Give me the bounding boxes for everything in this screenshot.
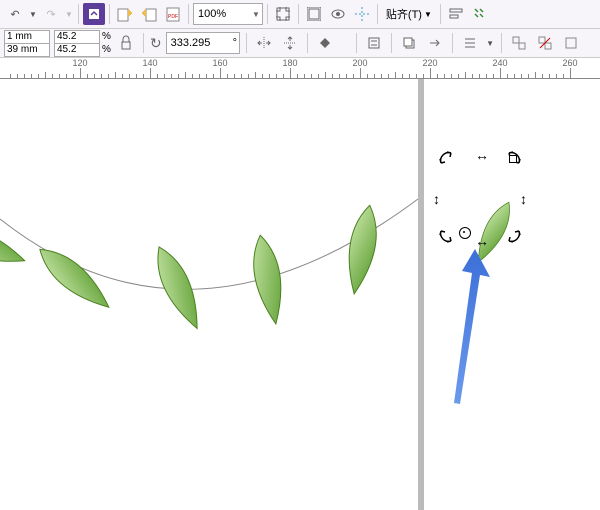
percent-label: % — [102, 31, 111, 42]
rotate-icon: ↻ — [150, 35, 162, 52]
lock-ratio-button[interactable] — [115, 32, 137, 54]
dropdown-icon: ▼ — [424, 10, 432, 19]
frame-button[interactable] — [303, 3, 325, 25]
svg-text:PDF: PDF — [168, 14, 178, 20]
node-handle[interactable] — [509, 155, 517, 163]
import-button[interactable] — [114, 3, 136, 25]
launch-button[interactable] — [469, 3, 491, 25]
separator — [356, 33, 357, 53]
redo-button[interactable]: ↷ — [40, 3, 62, 25]
ruler-label: 140 — [142, 58, 157, 68]
separator — [298, 4, 299, 24]
separator — [307, 33, 308, 53]
rotation-handle[interactable] — [437, 149, 455, 167]
ruler-label: 240 — [492, 58, 507, 68]
separator — [391, 33, 392, 53]
order-button[interactable] — [459, 32, 481, 54]
skew-handle[interactable]: ↔ — [475, 147, 489, 163]
ruler-label: 260 — [562, 58, 577, 68]
ruler-label: 180 — [282, 58, 297, 68]
undo-dropdown[interactable]: ▼ — [28, 3, 38, 25]
fullscreen-button[interactable] — [272, 3, 294, 25]
ruler-label: 200 — [352, 58, 367, 68]
rotation-selection-box: ↔ ↔ ↕ ↕ — [445, 157, 515, 237]
rotation-handle[interactable] — [437, 227, 455, 245]
scale-x-input[interactable] — [54, 30, 100, 44]
annotation-arrow — [440, 249, 500, 409]
rotation-pivot[interactable] — [459, 227, 471, 239]
separator — [109, 4, 110, 24]
separator — [188, 4, 189, 24]
pdf-button[interactable]: PDF — [162, 3, 184, 25]
degree-label: ° — [233, 37, 237, 49]
preview-button[interactable] — [327, 3, 349, 25]
separator — [377, 4, 378, 24]
group-button[interactable] — [508, 32, 530, 54]
export-button[interactable] — [138, 3, 160, 25]
publish-button[interactable] — [83, 3, 105, 25]
order-dropdown[interactable]: ▼ — [485, 32, 495, 54]
height-row — [4, 44, 50, 56]
ungroup-button[interactable] — [534, 32, 556, 54]
ruler-label: 120 — [72, 58, 87, 68]
arrow-right-icon[interactable] — [424, 32, 446, 54]
canvas[interactable]: ↔ ↔ ↕ ↕ — [0, 79, 600, 510]
width-input[interactable] — [4, 30, 50, 44]
percent-label: % — [102, 44, 111, 55]
ruler-label: 160 — [212, 58, 227, 68]
separator — [440, 4, 441, 24]
mirror-v-button[interactable] — [279, 32, 301, 54]
skew-handle[interactable]: ↔ — [475, 233, 489, 249]
ruler-label: 220 — [422, 58, 437, 68]
rotation-handle[interactable] — [505, 227, 523, 245]
guides-button[interactable] — [351, 3, 373, 25]
skew-handle[interactable]: ↕ — [520, 191, 527, 207]
rotation-combo[interactable]: ° — [166, 32, 240, 54]
main-toolbar: ↶ ▼ ↷ ▼ PDF ▼ 贴齐(T) ▼ — [0, 0, 600, 29]
separator — [143, 33, 144, 53]
separator — [452, 33, 453, 53]
to-front-button[interactable] — [398, 32, 420, 54]
height-input[interactable] — [4, 43, 50, 57]
snap-menu[interactable]: 贴齐(T) ▼ — [382, 3, 436, 25]
wrap-button[interactable] — [363, 32, 385, 54]
zoom-combo[interactable]: ▼ — [193, 3, 263, 25]
separator — [78, 4, 79, 24]
ungroup-all-button[interactable] — [560, 32, 582, 54]
separator — [267, 4, 268, 24]
mirror-h-button[interactable] — [253, 32, 275, 54]
undo-button[interactable]: ↶ — [4, 3, 26, 25]
options-button[interactable] — [445, 3, 467, 25]
scale-y-input[interactable] — [54, 43, 100, 57]
properties-toolbar: % % ↻ ° ▼ — [0, 29, 600, 58]
width-row — [4, 31, 50, 43]
redo-dropdown[interactable]: ▼ — [64, 3, 74, 25]
horizontal-ruler: 120 140 160 180 200 220 240 260 — [0, 58, 600, 79]
separator — [246, 33, 247, 53]
fill-button[interactable] — [314, 32, 336, 54]
rotation-input[interactable] — [169, 36, 233, 50]
snap-label: 贴齐(T) — [386, 6, 422, 22]
zoom-input[interactable] — [196, 7, 250, 21]
separator — [501, 33, 502, 53]
skew-handle[interactable]: ↕ — [433, 191, 440, 207]
dropdown-icon: ▼ — [250, 10, 260, 19]
